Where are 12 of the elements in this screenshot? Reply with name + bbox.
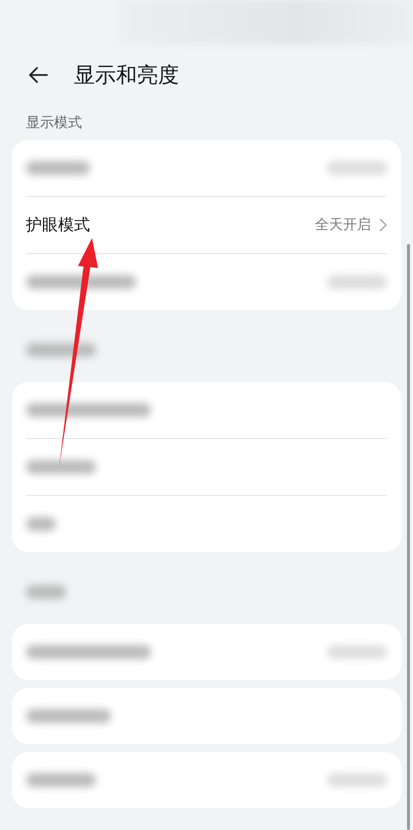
chevron-icon [379, 218, 387, 232]
blurred-text [26, 517, 56, 531]
settings-row[interactable]: 护眼模式 全天开启 [26, 197, 387, 253]
page-title: 显示和亮度 [74, 62, 179, 89]
blurred-text [26, 773, 96, 787]
blurred-text [26, 161, 90, 175]
section-label: 显示模式 [25, 114, 83, 133]
blurred-text [26, 460, 96, 474]
blurred-text [26, 343, 96, 357]
blurred-text [26, 585, 66, 599]
row-label: 护眼模式 [26, 214, 91, 236]
row-value: 全天开启 [315, 216, 371, 234]
